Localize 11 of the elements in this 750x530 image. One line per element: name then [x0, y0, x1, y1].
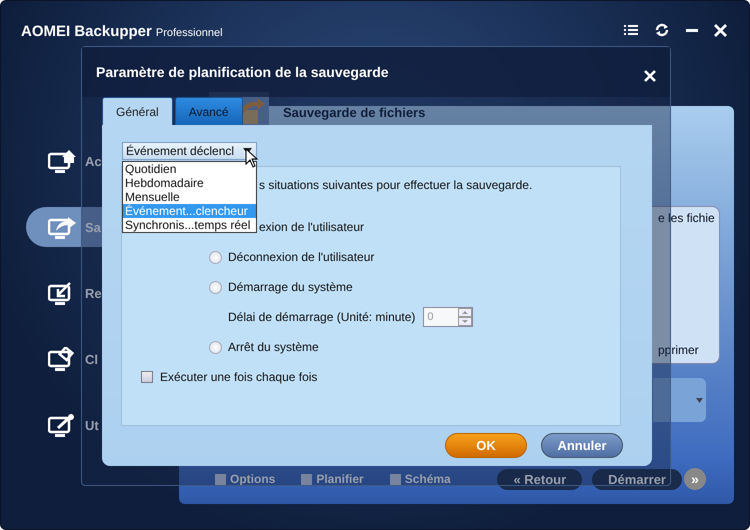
instruction-text: s situations suivantes pour effectuer la sauvegarde. [259, 178, 532, 192]
delay-label: Délai de démarrage (Unité: minute) [228, 310, 416, 324]
app-title: AOMEI Backupper [21, 22, 152, 40]
option-label: Démarrage du système [228, 280, 353, 294]
edition-label: Professionnel [156, 26, 223, 38]
instruction-text: exion de l'utilisateur [259, 220, 364, 234]
option-label: Arrêt du système [228, 340, 319, 354]
option-label: Déconnexion de l'utilisateur [228, 250, 374, 264]
dialog-title: Paramètre de planification de la sauvegarde [96, 64, 389, 80]
checkbox-label: Exécuter une fois chaque fois [160, 370, 318, 384]
main-title: Sauvegarde de fichiers [283, 105, 426, 120]
